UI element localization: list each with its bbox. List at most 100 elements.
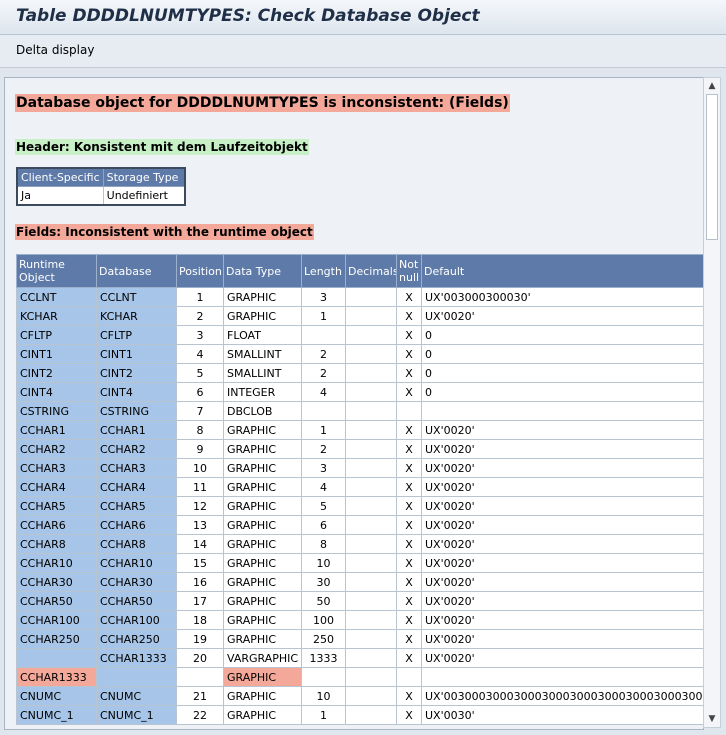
table-row[interactable]: CNUMC CNUMC 21 GRAPHIC 10 X UX'003000300030003…	[16, 686, 703, 706]
cell-not-null: X	[396, 325, 422, 345]
column-default[interactable]: Default	[421, 254, 703, 288]
cell-default: 0	[421, 325, 703, 345]
table-row[interactable]: CCHAR250 CCHAR250 19 GRAPHIC 250 X UX'0020'	[16, 629, 703, 649]
cell-not-null: X	[396, 287, 422, 307]
cell-decimals	[345, 363, 397, 383]
cell-default: UX'0020'	[421, 553, 703, 573]
table-row[interactable]: CCHAR30 CCHAR30 16 GRAPHIC 30 X UX'0020'	[16, 572, 703, 592]
table-row[interactable]: CCHAR6 CCHAR6 13 GRAPHIC 6 X UX'0020'	[16, 515, 703, 535]
cell-data-type: GRAPHIC	[223, 553, 302, 573]
cell-runtime-object: CCHAR6	[16, 515, 97, 535]
delta-display-button[interactable]: Delta display	[16, 43, 94, 57]
cell-decimals	[345, 572, 397, 592]
cell-not-null: X	[396, 572, 422, 592]
cell-length: 50	[301, 591, 346, 611]
cell-position: 6	[176, 382, 224, 402]
cell-length: 4	[301, 477, 346, 497]
column-not-null[interactable]: Not null	[396, 254, 422, 288]
cell-decimals	[345, 382, 397, 402]
cell-decimals	[345, 534, 397, 554]
table-row[interactable]: CCHAR8 CCHAR8 14 GRAPHIC 8 X UX'0020'	[16, 534, 703, 554]
scroll-down-icon[interactable]: ▼	[704, 711, 720, 727]
table-row[interactable]: CCLNT CCLNT 1 GRAPHIC 3 X UX'003000300030'	[16, 287, 703, 307]
cell-data-type: GRAPHIC	[223, 515, 302, 535]
table-row[interactable]: CFLTP CFLTP 3 FLOAT X 0	[16, 325, 703, 345]
cell-position: 1	[176, 287, 224, 307]
cell-runtime-object: CCHAR1333	[16, 667, 97, 687]
cell-decimals	[345, 287, 397, 307]
table-row[interactable]: CSTRING CSTRING 7 DBCLOB	[16, 401, 703, 421]
cell-decimals	[345, 458, 397, 478]
table-row[interactable]: CCHAR100 CCHAR100 18 GRAPHIC 100 X UX'0020'	[16, 610, 703, 630]
cell-not-null: X	[396, 591, 422, 611]
cell-decimals	[345, 553, 397, 573]
table-row[interactable]: CCHAR1333 GRAPHIC	[16, 667, 703, 687]
table-row[interactable]: CINT1 CINT1 4 SMALLINT 2 X 0	[16, 344, 703, 364]
table-row[interactable]: CCHAR2 CCHAR2 9 GRAPHIC 2 X UX'0020'	[16, 439, 703, 459]
cell-position: 13	[176, 515, 224, 535]
table-row[interactable]: CCHAR50 CCHAR50 17 GRAPHIC 50 X UX'0020'	[16, 591, 703, 611]
cell-database: CINT2	[96, 363, 177, 383]
cell-length: 1	[301, 420, 346, 440]
cell-position	[176, 667, 224, 687]
table-row[interactable]: CNUMC_1 CNUMC_1 22 GRAPHIC 1 X UX'0030'	[16, 705, 703, 725]
cell-decimals	[345, 515, 397, 535]
cell-default: 0	[421, 363, 703, 383]
column-data-type[interactable]: Data Type	[223, 254, 302, 288]
cell-not-null: X	[396, 496, 422, 516]
cell-position: 20	[176, 648, 224, 668]
cell-decimals	[345, 705, 397, 725]
cell-default: 0	[421, 382, 703, 402]
cell-default: UX'0020'	[421, 648, 703, 668]
table-row[interactable]: CCHAR5 CCHAR5 12 GRAPHIC 5 X UX'0020'	[16, 496, 703, 516]
window-title: Table DDDDLNUMTYPES: Check Database Obje…	[16, 6, 480, 26]
cell-data-type: GRAPHIC	[223, 477, 302, 497]
cell-default: UX'0020'	[421, 534, 703, 554]
column-database[interactable]: Database	[96, 254, 177, 288]
cell-default: 0	[421, 344, 703, 364]
cell-data-type: INTEGER	[223, 382, 302, 402]
cell-position: 5	[176, 363, 224, 383]
column-runtime-object[interactable]: Runtime Object	[16, 254, 97, 288]
cell-length: 10	[301, 553, 346, 573]
cell-position: 18	[176, 610, 224, 630]
table-row[interactable]: KCHAR KCHAR 2 GRAPHIC 1 X UX'0020'	[16, 306, 703, 326]
cell-decimals	[345, 344, 397, 364]
cell-default: UX'003000300030'	[421, 287, 703, 307]
cell-decimals	[345, 496, 397, 516]
column-storage-type: Storage Type	[102, 167, 186, 187]
table-row[interactable]: CCHAR4 CCHAR4 11 GRAPHIC 4 X UX'0020'	[16, 477, 703, 497]
scroll-up-icon[interactable]: ▲	[704, 78, 720, 94]
cell-not-null: X	[396, 648, 422, 668]
cell-data-type: GRAPHIC	[223, 306, 302, 326]
vertical-scrollbar[interactable]: ▲ ▼	[703, 77, 721, 728]
cell-database: CCHAR1	[96, 420, 177, 440]
column-decimals[interactable]: Decimals	[345, 254, 397, 288]
scrollbar-thumb[interactable]	[706, 94, 718, 240]
cell-length	[301, 667, 346, 687]
column-position[interactable]: Position	[176, 254, 224, 288]
cell-runtime-object: CCHAR3	[16, 458, 97, 478]
cell-database: CINT4	[96, 382, 177, 402]
cell-decimals	[345, 477, 397, 497]
table-row[interactable]: CCHAR1 CCHAR1 8 GRAPHIC 1 X UX'0020'	[16, 420, 703, 440]
cell-runtime-object: KCHAR	[16, 306, 97, 326]
cell-position: 12	[176, 496, 224, 516]
table-row[interactable]: CINT4 CINT4 6 INTEGER 4 X 0	[16, 382, 703, 402]
cell-default: UX'0020'	[421, 458, 703, 478]
inconsistency-message: Database object for DDDDLNUMTYPES is inc…	[15, 94, 510, 112]
table-row[interactable]: CCHAR3 CCHAR3 10 GRAPHIC 3 X UX'0020'	[16, 458, 703, 478]
table-row[interactable]: CCHAR10 CCHAR10 15 GRAPHIC 10 X UX'0020'	[16, 553, 703, 573]
column-length[interactable]: Length	[301, 254, 346, 288]
table-row[interactable]: CCHAR1333 20 VARGRAPHIC 1333 X UX'0020'	[16, 648, 703, 668]
cell-length	[301, 325, 346, 345]
cell-data-type: GRAPHIC	[223, 686, 302, 706]
cell-length: 2	[301, 344, 346, 364]
cell-decimals	[345, 629, 397, 649]
cell-not-null: X	[396, 629, 422, 649]
cell-database: CCHAR30	[96, 572, 177, 592]
cell-default: UX'0020'	[421, 515, 703, 535]
cell-database: CCHAR50	[96, 591, 177, 611]
cell-length: 4	[301, 382, 346, 402]
table-row[interactable]: CINT2 CINT2 5 SMALLINT 2 X 0	[16, 363, 703, 383]
